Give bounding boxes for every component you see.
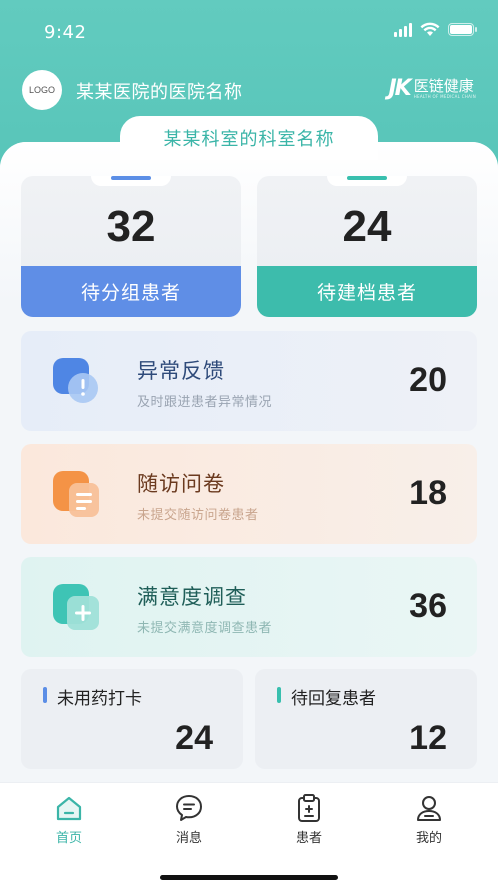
hospital-logo: LOGO [22,70,62,110]
row-subtitle: 及时跟进患者异常情况 [137,395,273,410]
row-subtitle: 未提交随访问卷患者 [137,508,259,523]
row-title: 满意度调查 [137,585,247,609]
brand-sub: HEALTH OF MEDICAL CHAIN [413,93,476,99]
tab-messages[interactable]: 消息 [159,793,219,846]
tab-patients[interactable]: 患者 [279,793,339,846]
row-value: 20 [409,361,447,399]
questionnaire-icon [53,471,99,517]
hospital-name: 某某医院的医院名称 [76,82,243,103]
card-title: 未用药打卡 [57,689,142,709]
row-satisfaction-survey[interactable]: 满意度调查 未提交满意度调查患者 36 [21,557,477,657]
row-subtitle: 未提交满意度调查患者 [137,621,273,636]
patient-icon [298,794,320,822]
card-value: 12 [409,719,447,757]
survey-icon [53,584,99,630]
signal-icon [394,22,412,37]
row-title: 随访问卷 [137,472,225,496]
alert-icon [53,358,98,403]
card-indicator [43,687,47,703]
tab-label: 消息 [175,831,202,846]
status-icons [394,22,477,37]
tab-profile[interactable]: 我的 [399,793,459,846]
tab-home[interactable]: 首页 [39,793,99,846]
tab-label: 首页 [55,831,82,846]
stat-indicator [347,176,387,180]
stat-value: 32 [106,202,156,251]
brand-logo: JK 医链健康 HEALTH OF MEDICAL CHAIN [388,76,476,101]
message-icon [176,795,202,821]
row-value: 18 [409,474,447,512]
stat-card-unarchived[interactable]: 24 待建档患者 [257,176,477,317]
card-pending-reply[interactable]: 待回复患者 12 [255,669,477,769]
row-value: 36 [409,587,447,625]
row-abnormal-feedback[interactable]: 异常反馈 及时跟进患者异常情况 20 [21,331,477,431]
profile-icon [417,796,441,821]
brand-mark-icon: JK [388,76,411,101]
stat-indicator [111,176,151,180]
brand-name: 医链健康 [413,76,474,95]
tab-label: 我的 [415,831,442,846]
battery-icon [448,23,477,36]
status-bar: 9:42 [0,0,498,60]
stat-value: 24 [342,202,392,251]
card-medication-checkin[interactable]: 未用药打卡 24 [21,669,243,769]
row-followup-questionnaire[interactable]: 随访问卷 未提交随访问卷患者 18 [21,444,477,544]
tab-label: 患者 [295,831,322,846]
card-indicator [277,687,281,703]
status-time: 9:42 [44,22,87,43]
home-indicator[interactable] [160,875,338,880]
wifi-icon [420,22,440,36]
stat-label: 待分组患者 [21,266,241,317]
card-title: 待回复患者 [291,689,376,709]
stat-card-ungrouped[interactable]: 32 待分组患者 [21,176,241,317]
home-icon [56,796,82,821]
department-name[interactable]: 某某科室的科室名称 [120,116,378,160]
stat-label: 待建档患者 [257,266,477,317]
card-value: 24 [175,719,213,757]
row-title: 异常反馈 [137,359,225,383]
app-header: LOGO 某某医院的医院名称 JK 医链健康 HEALTH OF MEDICAL… [0,68,498,112]
